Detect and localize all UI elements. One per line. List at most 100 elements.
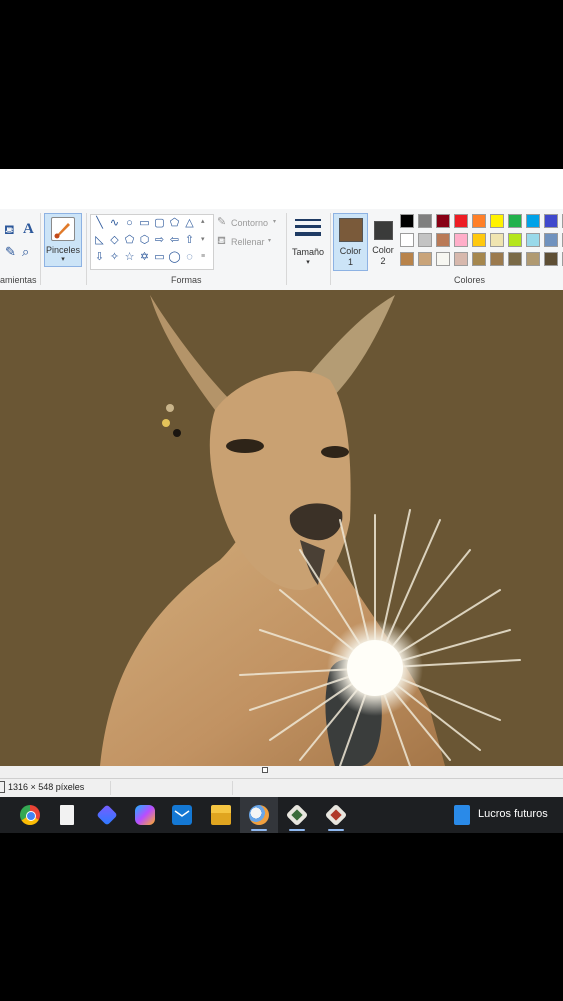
diamond-shape-icon[interactable]: ◇ (108, 234, 121, 247)
palette-swatch[interactable] (472, 252, 486, 266)
palette-swatch[interactable] (436, 252, 450, 266)
separator (40, 213, 41, 285)
palette-swatch[interactable] (544, 233, 558, 247)
size-button[interactable]: Tamaño ▾ (290, 213, 326, 269)
up-arrow-shape-icon[interactable]: ⇧ (183, 234, 196, 247)
palette-swatch[interactable] (454, 214, 468, 228)
palette-swatch[interactable] (400, 233, 414, 247)
five-point-star-shape-icon[interactable]: ☆ (123, 251, 136, 264)
magnifier-icon[interactable]: ⌕ (22, 245, 29, 258)
size-label: Tamaño (291, 247, 325, 257)
palette-swatch[interactable] (526, 252, 540, 266)
canvas-bottom-margin (0, 766, 563, 778)
photo-viewer-icon[interactable] (285, 803, 309, 827)
fill-button[interactable]: Rellenar (231, 237, 265, 247)
palette-swatch[interactable] (400, 252, 414, 266)
color2-label: Color (372, 245, 394, 255)
gallery-scroll-up-icon[interactable]: ▴ (201, 217, 205, 225)
ribbon-toolbar: ⛾ A ✎ ⌕ amientas Pinceles ▾ ╲ ∿ ○ ▭ ▢ ⬠ … (0, 209, 563, 291)
paint-icon (249, 805, 269, 825)
triangle-shape-icon[interactable]: △ (183, 217, 196, 230)
light-core (347, 640, 403, 696)
palette-swatch[interactable] (490, 233, 504, 247)
palette-swatch[interactable] (436, 214, 450, 228)
palette-swatch[interactable] (418, 214, 432, 228)
palette-swatch[interactable] (454, 252, 468, 266)
canvas-resize-handle[interactable] (262, 767, 268, 773)
gallery-expand-icon[interactable]: ≡ (201, 253, 205, 260)
rectangle-shape-icon[interactable]: ▭ (138, 217, 151, 230)
hexagon-shape-icon[interactable]: ⬡ (138, 234, 151, 247)
palette-swatch[interactable] (544, 214, 558, 228)
palette-swatch[interactable] (508, 214, 522, 228)
copilot-dev-icon[interactable] (96, 804, 118, 826)
palette-swatch[interactable] (418, 233, 432, 247)
four-point-star-shape-icon[interactable]: ✧ (108, 251, 121, 264)
mail-icon[interactable] (172, 805, 192, 825)
left-arrow-shape-icon[interactable]: ⇦ (168, 234, 181, 247)
palette-swatch[interactable] (544, 252, 558, 266)
pentagon-shape-icon[interactable]: ⬠ (123, 234, 136, 247)
active-indicator (328, 829, 344, 831)
palette-swatch[interactable] (436, 233, 450, 247)
callout-cloud-shape-icon[interactable]: ◌ (183, 251, 196, 264)
oval-shape-icon[interactable]: ○ (123, 217, 136, 230)
rounded-rectangle-shape-icon[interactable]: ▢ (153, 217, 166, 230)
color2-swatch (374, 221, 393, 240)
tools-group-label: amientas (0, 275, 37, 285)
brushes-button[interactable]: Pinceles ▾ (44, 213, 82, 267)
callout-rect-shape-icon[interactable]: ▭ (153, 251, 166, 264)
fill-icon: ⛾ (217, 235, 226, 247)
color2-button[interactable]: Color 2 (368, 213, 398, 269)
color1-label: Color (339, 246, 362, 256)
weather-widget-label[interactable]: Lucros futuros (478, 808, 548, 820)
shapes-gallery[interactable]: ╲ ∿ ○ ▭ ▢ ⬠ △ ◺ ◇ ⬠ ⬡ ⇨ ⇦ ⇧ ⇩ ✧ ☆ ✡ ▭ ◯ … (90, 214, 214, 270)
size-line-icon (295, 225, 321, 228)
bee-body (162, 419, 170, 427)
file-icon[interactable] (60, 805, 74, 825)
file-explorer-icon[interactable] (211, 805, 231, 825)
palette-swatch[interactable] (490, 214, 504, 228)
curve-shape-icon[interactable]: ∿ (108, 217, 121, 230)
palette-swatch[interactable] (454, 233, 468, 247)
palette-swatch[interactable] (508, 233, 522, 247)
right-triangle-shape-icon[interactable]: ◺ (93, 234, 106, 247)
right-eye (321, 446, 349, 458)
line-shape-icon[interactable]: ╲ (93, 217, 106, 230)
palette-swatch[interactable] (526, 233, 540, 247)
chevron-down-icon: ▾ (306, 259, 310, 266)
palette-swatch[interactable] (490, 252, 504, 266)
paint-taskbar-button[interactable] (240, 797, 278, 833)
chevron-down-icon: ▾ (273, 219, 277, 225)
six-point-star-shape-icon[interactable]: ✡ (138, 251, 151, 264)
down-arrow-shape-icon[interactable]: ⇩ (93, 251, 106, 264)
bee-head (173, 429, 181, 437)
ribbon: ⛾ A ✎ ⌕ amientas Pinceles ▾ ╲ ∿ ○ ▭ ▢ ⬠ … (0, 169, 563, 291)
polygon-shape-icon[interactable]: ⬠ (168, 217, 181, 230)
text-tool-icon[interactable]: A (23, 222, 34, 237)
fill-bucket-icon[interactable]: ⛾ (4, 223, 15, 236)
outline-icon: ✎ (217, 216, 227, 228)
palette-swatch[interactable] (472, 233, 486, 247)
drawing-canvas[interactable] (0, 290, 563, 766)
weather-widget-icon[interactable] (454, 805, 470, 825)
palette-swatch[interactable] (418, 252, 432, 266)
outline-button[interactable]: Contorno (231, 218, 268, 228)
ribbon-title-bar (0, 169, 563, 209)
palette-swatch[interactable] (400, 214, 414, 228)
color1-swatch (339, 218, 363, 242)
photo-editor-icon[interactable] (324, 803, 348, 827)
chrome-icon[interactable] (20, 805, 40, 825)
separator (232, 781, 233, 795)
right-arrow-shape-icon[interactable]: ⇨ (153, 234, 166, 247)
palette-swatch[interactable] (526, 214, 540, 228)
status-bar: 1316 × 548 píxeles (0, 778, 563, 798)
palette-swatch[interactable] (472, 214, 486, 228)
gallery-scroll-down-icon[interactable]: ▾ (201, 235, 205, 243)
size-line-icon (295, 219, 321, 221)
callout-oval-shape-icon[interactable]: ◯ (168, 251, 181, 264)
palette-swatch[interactable] (508, 252, 522, 266)
color-picker-icon[interactable]: ✎ (5, 245, 16, 258)
color1-button[interactable]: Color 1 (333, 213, 368, 271)
copilot-icon[interactable] (135, 805, 155, 825)
